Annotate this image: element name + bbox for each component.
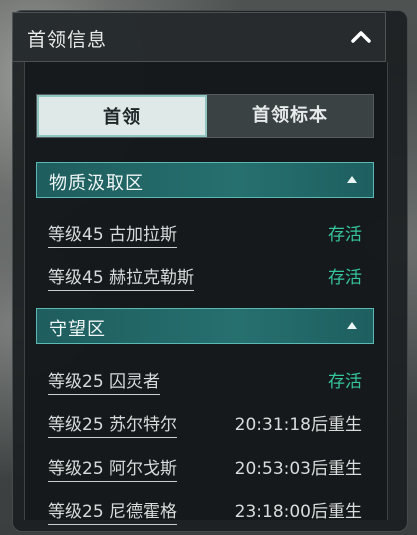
- boss-status: 存活: [328, 372, 362, 392]
- tab-boss-specimen[interactable]: 首领标本: [207, 95, 373, 137]
- respawn-timer: 23:18:00后重生: [234, 502, 362, 522]
- tab-bar: 首领 首领标本: [36, 94, 374, 138]
- boss-status: 存活: [328, 268, 362, 288]
- panel-title: 首领信息: [27, 29, 108, 51]
- boss-name-link[interactable]: 等级25 囚灵者: [48, 367, 161, 395]
- boss-name-link[interactable]: 等级25 尼德霍格: [48, 497, 178, 525]
- boss-row: 等级25 尼德霍格 23:18:00后重生: [48, 495, 362, 525]
- boss-row: 等级25 阿尔戈斯 20:53:03后重生: [48, 452, 362, 482]
- panel-header[interactable]: 首领信息: [12, 12, 386, 62]
- chevron-up-icon[interactable]: [347, 23, 375, 51]
- respawn-timer: 20:31:18后重生: [234, 415, 362, 435]
- boss-row: 等级25 囚灵者 存活: [48, 365, 362, 395]
- boss-row: 等级45 古加拉斯 存活: [48, 218, 362, 248]
- boss-name-link[interactable]: 等级25 苏尔特尔: [48, 410, 178, 438]
- boss-name-link[interactable]: 等级25 阿尔戈斯: [48, 454, 178, 482]
- respawn-timer: 20:53:03后重生: [234, 459, 362, 479]
- triangle-up-icon: [347, 322, 357, 329]
- section-title: 守望区: [49, 319, 106, 340]
- section-title: 物质汲取区: [49, 173, 144, 194]
- section-header-watch-zone[interactable]: 守望区: [36, 308, 374, 344]
- boss-name-link[interactable]: 等级45 古加拉斯: [48, 220, 178, 248]
- section-header-material-extraction[interactable]: 物质汲取区: [36, 162, 374, 198]
- tab-boss[interactable]: 首领: [37, 95, 207, 137]
- triangle-up-icon: [347, 176, 357, 183]
- boss-row: 等级45 赫拉克勒斯 存活: [48, 261, 362, 291]
- boss-name-link[interactable]: 等级45 赫拉克勒斯: [48, 263, 195, 291]
- boss-status: 存活: [328, 225, 362, 245]
- boss-row: 等级25 苏尔特尔 20:31:18后重生: [48, 408, 362, 438]
